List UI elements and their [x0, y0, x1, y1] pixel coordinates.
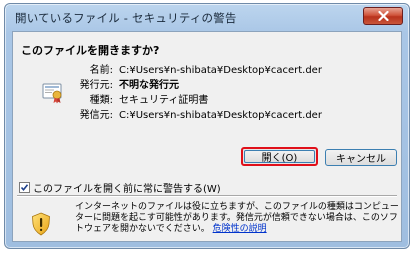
file-info: 名前: C:¥Users¥n-shibata¥Desktop¥cacert.de…	[75, 63, 395, 123]
warning-message: インターネットのファイルは役に立ちますが、このファイルの種類はコンピューターに問…	[75, 202, 400, 235]
always-warn-label: このファイルを開く前に常に警告する(W)	[33, 184, 221, 195]
open-button[interactable]: 開く(O)	[244, 150, 315, 164]
dialog-body: このファイルを開きますか? 名前: C:¥Users¥n-shibata¥Des…	[12, 31, 402, 242]
name-label: 名前:	[89, 65, 113, 76]
risk-explanation-link[interactable]: 危険性の説明	[213, 224, 267, 234]
info-row-publisher: 発行元: 不明な発行元	[75, 78, 395, 93]
type-label: 種類:	[89, 95, 113, 106]
window-title: 開いているファイル - セキュリティの警告	[15, 11, 237, 25]
always-warn-checkbox[interactable]	[19, 182, 30, 193]
publisher-value: 不明な発行元	[119, 80, 179, 91]
publisher-label: 発行元:	[79, 80, 113, 91]
close-button[interactable]	[363, 7, 403, 25]
title-bar[interactable]: 開いているファイル - セキュリティの警告	[5, 4, 409, 30]
divider	[17, 195, 397, 197]
always-warn-option[interactable]: このファイルを開く前に常に警告する(W)	[19, 180, 221, 195]
name-value: C:¥Users¥n-shibata¥Desktop¥cacert.der	[119, 65, 322, 76]
security-warning-window: 開いているファイル - セキュリティの警告 このファイルを開きますか? 名前: …	[4, 3, 410, 249]
open-button-highlight: 開く(O)	[241, 147, 318, 166]
shield-warning-icon	[32, 212, 50, 236]
info-row-type: 種類: セキュリティ証明書	[75, 93, 395, 108]
close-icon	[377, 11, 389, 21]
source-value: C:¥Users¥n-shibata¥Desktop¥cacert.der	[119, 110, 322, 121]
checkmark-icon	[20, 184, 29, 192]
certificate-icon	[42, 83, 62, 104]
source-label: 発信元:	[79, 110, 113, 121]
cancel-button[interactable]: キャンセル	[325, 149, 397, 166]
dialog-heading: このファイルを開きますか?	[21, 44, 160, 57]
info-row-source: 発信元: C:¥Users¥n-shibata¥Desktop¥cacert.d…	[75, 108, 395, 123]
screen: 開いているファイル - セキュリティの警告 このファイルを開きますか? 名前: …	[0, 0, 419, 257]
type-value: セキュリティ証明書	[119, 95, 209, 106]
info-row-name: 名前: C:¥Users¥n-shibata¥Desktop¥cacert.de…	[75, 63, 395, 78]
